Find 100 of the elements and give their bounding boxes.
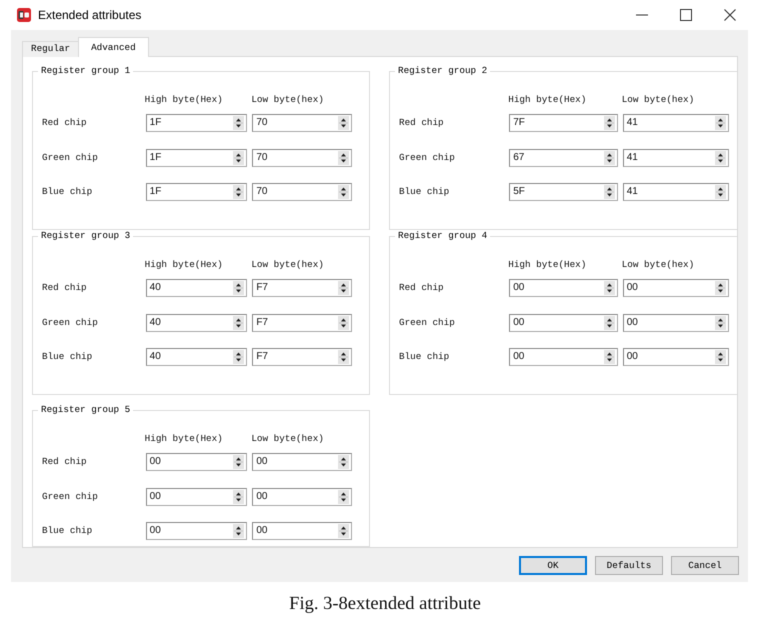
spinner-arrows-icon[interactable] bbox=[714, 185, 726, 199]
column-header: High byte(Hex) bbox=[144, 94, 223, 106]
spinner-arrows-icon[interactable] bbox=[338, 524, 349, 538]
spin-box[interactable]: 67 bbox=[509, 148, 618, 166]
spin-box[interactable]: 1F bbox=[146, 183, 248, 201]
spinner-arrows-icon[interactable] bbox=[338, 150, 349, 164]
row-label: Blue chip bbox=[42, 351, 92, 363]
spinner-arrows-icon[interactable] bbox=[714, 116, 726, 130]
spin-box[interactable]: F7 bbox=[252, 279, 352, 297]
spin-box[interactable]: 00 bbox=[509, 314, 618, 332]
row-label: Green chip bbox=[42, 152, 98, 164]
column-header: High byte(Hex) bbox=[144, 259, 223, 271]
spin-box[interactable]: 5F bbox=[509, 183, 618, 201]
spinner-arrows-icon[interactable] bbox=[233, 116, 244, 130]
spinner-arrows-icon[interactable] bbox=[604, 116, 615, 130]
spinner-arrows-icon[interactable] bbox=[714, 316, 726, 330]
app-logo-icon bbox=[17, 8, 31, 22]
column-header: Low byte(hex) bbox=[251, 94, 324, 106]
figure-caption: Fig. 3-8extended attribute bbox=[289, 593, 481, 615]
spinner-arrows-icon[interactable] bbox=[233, 185, 244, 199]
spin-box[interactable]: 00 bbox=[622, 279, 729, 297]
row-label: Green chip bbox=[399, 152, 455, 164]
spin-box[interactable]: 1F bbox=[146, 114, 248, 132]
spinner-arrows-icon[interactable] bbox=[604, 185, 615, 199]
group-title: Register group 1 bbox=[40, 65, 132, 77]
group-title: Register group 2 bbox=[397, 65, 488, 77]
spin-box[interactable]: 00 bbox=[622, 348, 729, 366]
column-header: Low byte(hex) bbox=[251, 433, 324, 445]
spin-box[interactable]: 00 bbox=[252, 453, 352, 471]
spinner-arrows-icon[interactable] bbox=[338, 350, 349, 364]
spin-box[interactable]: 70 bbox=[252, 183, 352, 201]
spinner-arrows-icon[interactable] bbox=[604, 281, 615, 295]
spinner-arrows-icon[interactable] bbox=[604, 350, 615, 364]
spinner-arrows-icon[interactable] bbox=[233, 150, 244, 164]
spinner-arrows-icon[interactable] bbox=[233, 490, 244, 504]
window-title: Extended attributes bbox=[38, 7, 142, 23]
spinner-arrows-icon[interactable] bbox=[714, 350, 726, 364]
spinner-arrows-icon[interactable] bbox=[338, 316, 349, 330]
column-header: High byte(Hex) bbox=[144, 433, 223, 445]
spin-box[interactable]: 1F bbox=[146, 148, 248, 166]
spin-box[interactable]: 41 bbox=[622, 114, 729, 132]
row-label: Green chip bbox=[399, 316, 455, 328]
row-label: Blue chip bbox=[399, 351, 450, 363]
column-header: Low byte(hex) bbox=[622, 259, 694, 271]
group-title: Register group 4 bbox=[397, 230, 488, 242]
spin-box[interactable]: 00 bbox=[509, 348, 618, 366]
spin-box[interactable]: 41 bbox=[622, 183, 729, 201]
column-header: Low byte(hex) bbox=[622, 94, 694, 106]
spin-box[interactable]: 00 bbox=[146, 453, 248, 471]
group-title: Register group 5 bbox=[40, 404, 132, 416]
spin-box[interactable]: 70 bbox=[252, 114, 352, 132]
spinner-arrows-icon[interactable] bbox=[714, 150, 726, 164]
dialog-button[interactable]: Cancel bbox=[671, 556, 739, 575]
spin-box[interactable]: F7 bbox=[252, 314, 352, 332]
tab[interactable]: Advanced bbox=[78, 37, 149, 57]
row-label: Red chip bbox=[399, 282, 444, 294]
spin-box[interactable]: 00 bbox=[509, 279, 618, 297]
spin-box[interactable]: 7F bbox=[509, 114, 618, 132]
spin-box[interactable]: 00 bbox=[622, 314, 729, 332]
spinner-arrows-icon[interactable] bbox=[604, 316, 615, 330]
column-header: High byte(Hex) bbox=[508, 259, 586, 271]
group-title: Register group 3 bbox=[40, 230, 132, 242]
spinner-arrows-icon[interactable] bbox=[338, 281, 349, 295]
dialog-button[interactable]: OK bbox=[519, 556, 587, 575]
spin-box[interactable]: 00 bbox=[146, 522, 248, 540]
spinner-arrows-icon[interactable] bbox=[338, 185, 349, 199]
spin-box[interactable]: 00 bbox=[252, 488, 352, 506]
spinner-arrows-icon[interactable] bbox=[233, 281, 244, 295]
column-header: Low byte(hex) bbox=[251, 259, 324, 271]
dialog-button[interactable]: Defaults bbox=[595, 556, 663, 575]
spin-box[interactable]: 70 bbox=[252, 148, 352, 166]
spin-box[interactable]: F7 bbox=[252, 348, 352, 366]
maximize-icon[interactable] bbox=[680, 9, 692, 21]
row-label: Red chip bbox=[399, 117, 444, 129]
spinner-arrows-icon[interactable] bbox=[233, 524, 244, 538]
spin-box[interactable]: 00 bbox=[252, 522, 352, 540]
row-label: Red chip bbox=[42, 456, 87, 468]
spin-box[interactable]: 40 bbox=[146, 348, 248, 366]
row-label: Red chip bbox=[42, 282, 87, 294]
spin-box[interactable]: 40 bbox=[146, 279, 248, 297]
spinner-arrows-icon[interactable] bbox=[714, 281, 726, 295]
spinner-arrows-icon[interactable] bbox=[233, 350, 244, 364]
spinner-arrows-icon[interactable] bbox=[233, 455, 244, 469]
column-header: High byte(Hex) bbox=[508, 94, 586, 106]
row-label: Red chip bbox=[42, 117, 87, 129]
row-label: Green chip bbox=[42, 490, 98, 502]
spinner-arrows-icon[interactable] bbox=[338, 455, 349, 469]
row-label: Blue chip bbox=[399, 186, 450, 198]
spinner-arrows-icon[interactable] bbox=[604, 150, 615, 164]
spin-box[interactable]: 40 bbox=[146, 314, 248, 332]
tab[interactable]: Regular bbox=[22, 41, 80, 57]
spinner-arrows-icon[interactable] bbox=[338, 490, 349, 504]
close-icon[interactable] bbox=[724, 9, 736, 21]
spin-box[interactable]: 00 bbox=[146, 488, 248, 506]
spin-box[interactable]: 41 bbox=[622, 148, 729, 166]
row-label: Green chip bbox=[42, 316, 98, 328]
spinner-arrows-icon[interactable] bbox=[338, 116, 349, 130]
row-label: Blue chip bbox=[42, 186, 92, 198]
row-label: Blue chip bbox=[42, 525, 92, 537]
spinner-arrows-icon[interactable] bbox=[233, 316, 244, 330]
